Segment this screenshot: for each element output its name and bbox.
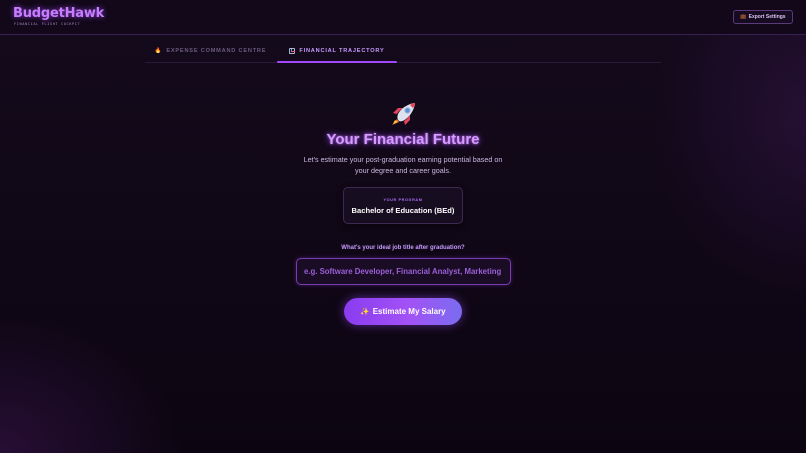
page-subtitle: Let's estimate your post-graduation earn… <box>303 155 503 175</box>
tab-bar: 🔥 EXPENSE COMMAND CENTRE FINANCIAL TRAJE… <box>145 40 661 63</box>
fire-icon: 🔥 <box>154 48 163 54</box>
tab-label: EXPENSE COMMAND CENTRE <box>166 48 267 54</box>
tab-expense-command-centre[interactable]: 🔥 EXPENSE COMMAND CENTRE <box>153 40 268 62</box>
briefcase-icon: 💼 <box>740 14 747 20</box>
estimate-salary-button[interactable]: ✨ Estimate My Salary <box>344 298 462 325</box>
export-settings-label: Export Settings <box>748 14 786 20</box>
top-bar: BudgetHawk FINANCIAL FLIGHT COCKPIT 💼 Ex… <box>0 0 806 35</box>
brand-logo[interactable]: BudgetHawk <box>13 6 104 21</box>
tab-label: FINANCIAL TRAJECTORY <box>299 48 385 54</box>
rocket-icon <box>392 103 415 125</box>
sparkles-icon: ✨ <box>360 307 370 316</box>
program-card: YOUR PROGRAM Bachelor of Education (BEd) <box>343 187 463 224</box>
job-title-input[interactable] <box>296 258 511 285</box>
page-title: Your Financial Future <box>326 131 480 148</box>
background-glow <box>0 0 806 453</box>
program-label: YOUR PROGRAM <box>383 198 423 202</box>
tab-financial-trajectory[interactable]: FINANCIAL TRAJECTORY <box>277 40 397 63</box>
chart-icon <box>289 48 296 54</box>
brand-tagline: FINANCIAL FLIGHT COCKPIT <box>14 22 81 26</box>
job-title-question: What's your ideal job title after gradua… <box>341 245 465 251</box>
export-settings-button[interactable]: 💼 Export Settings <box>733 10 793 24</box>
program-value: Bachelor of Education (BEd) <box>351 206 455 215</box>
estimate-salary-label: Estimate My Salary <box>372 307 446 316</box>
